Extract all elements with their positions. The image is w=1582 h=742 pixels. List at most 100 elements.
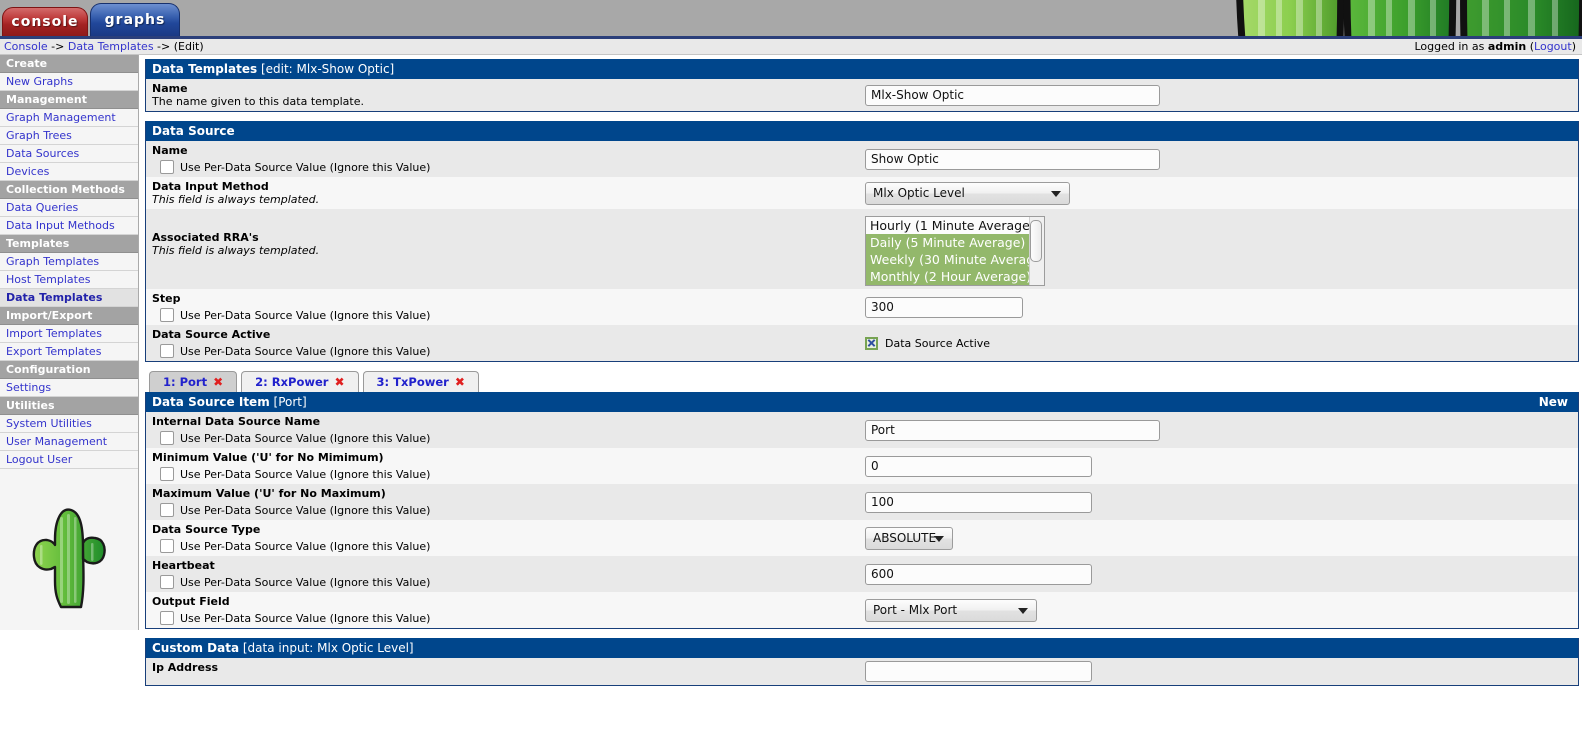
dsi-minimum-per-ds-label[interactable]: Use Per-Data Source Value (Ignore this V… <box>180 468 430 481</box>
ds-step-input[interactable] <box>865 296 1023 318</box>
dsi-output-field-value: Port - Mlx Port <box>873 603 958 617</box>
dsi-minimum-per-ds-checkbox[interactable] <box>160 467 174 481</box>
dsi-internal-name-per-ds-checkbox[interactable] <box>160 431 174 445</box>
ds-step-label: Step <box>152 292 181 305</box>
dsi-heartbeat-label: Heartbeat <box>152 559 215 572</box>
data-templates-panel-title: Data Templates [edit: Mlx-Show Optic] <box>146 59 1578 79</box>
dsi-maximum-per-ds-line: Use Per-Data Source Value (Ignore this V… <box>152 500 856 517</box>
template-name-control <box>856 79 1578 111</box>
dsi-heartbeat-per-ds-label[interactable]: Use Per-Data Source Value (Ignore this V… <box>180 576 430 589</box>
sidebar-item-host-templates[interactable]: Host Templates <box>0 271 138 289</box>
data-source-title: Data Source <box>152 124 235 138</box>
logout-paren-close: ) <box>1571 40 1576 53</box>
new-data-source-item-button[interactable]: New <box>1539 395 1572 409</box>
sidebar-item-logout-user[interactable]: Logout User <box>0 451 138 469</box>
sidebar-item-system-utilities[interactable]: System Utilities <box>0 415 138 433</box>
sidebar-item-export-templates[interactable]: Export Templates <box>0 343 138 361</box>
ds-step-row: Step Use Per-Data Source Value (Ignore t… <box>146 289 1578 325</box>
ds-name-per-ds-checkbox[interactable] <box>160 160 174 174</box>
ds-active-toggle[interactable]: Data Source Active <box>865 336 990 350</box>
sidebar-item-new-graphs[interactable]: New Graphs <box>0 73 138 91</box>
item-tab-rxpower[interactable]: 2: RxPower ✖ <box>241 371 359 392</box>
ds-input-method-select[interactable]: Mlx Optic Level <box>865 181 1070 205</box>
dsi-output-field-per-ds-checkbox[interactable] <box>160 611 174 625</box>
dsi-type-control: ABSOLUTE <box>856 520 1578 556</box>
ds-input-method-control: Mlx Optic Level <box>856 177 1578 209</box>
dsi-heartbeat-input[interactable] <box>865 563 1092 585</box>
dsi-heartbeat-per-ds-checkbox[interactable] <box>160 575 174 589</box>
rra-option-daily[interactable]: Daily (5 Minute Average) <box>866 234 1044 251</box>
dsi-internal-name-control <box>856 412 1578 448</box>
sidebar-item-graph-management[interactable]: Graph Management <box>0 109 138 127</box>
ds-step-labels: Step Use Per-Data Source Value (Ignore t… <box>146 289 856 325</box>
ds-name-control <box>856 141 1578 177</box>
dsi-output-field-per-ds-label[interactable]: Use Per-Data Source Value (Ignore this V… <box>180 612 430 625</box>
ds-active-row: Data Source Active Use Per-Data Source V… <box>146 325 1578 361</box>
checked-checkbox-icon[interactable] <box>865 336 878 350</box>
breadcrumb-console[interactable]: Console <box>4 40 48 53</box>
dsi-type-label: Data Source Type <box>152 523 261 536</box>
dsi-maximum-per-ds-label[interactable]: Use Per-Data Source Value (Ignore this V… <box>180 504 430 517</box>
sidebar-item-devices[interactable]: Devices <box>0 163 138 181</box>
breadcrumb-edit: (Edit) <box>173 40 204 53</box>
dsi-minimum-labels: Minimum Value ('U' for No Mimimum) Use P… <box>146 448 856 484</box>
dsi-heartbeat-labels: Heartbeat Use Per-Data Source Value (Ign… <box>146 556 856 592</box>
dsi-output-field-row: Output Field Use Per-Data Source Value (… <box>146 592 1578 628</box>
dsi-type-per-ds-label[interactable]: Use Per-Data Source Value (Ignore this V… <box>180 540 430 553</box>
sidebar-item-import-templates[interactable]: Import Templates <box>0 325 138 343</box>
ds-rras-label: Associated RRA's <box>152 231 259 244</box>
dsi-internal-name-per-ds-label[interactable]: Use Per-Data Source Value (Ignore this V… <box>180 432 430 445</box>
sidebar-item-data-sources[interactable]: Data Sources <box>0 145 138 163</box>
ds-step-per-ds-checkbox[interactable] <box>160 308 174 322</box>
login-status: Logged in as admin (Logout) <box>1414 40 1576 53</box>
custom-data-subtitle: [data input: Mlx Optic Level] <box>242 641 414 655</box>
dsi-heartbeat-row: Heartbeat Use Per-Data Source Value (Ign… <box>146 556 1578 592</box>
data-source-item-panel: Data Source Item [Port] New Internal Dat… <box>145 392 1579 629</box>
rra-option-hourly[interactable]: Hourly (1 Minute Average) <box>866 217 1044 234</box>
ds-rras-labels: Associated RRA's This field is always te… <box>146 209 856 289</box>
dsi-maximum-per-ds-checkbox[interactable] <box>160 503 174 517</box>
tab-graphs[interactable]: graphs <box>90 3 180 36</box>
breadcrumb-data-templates[interactable]: Data Templates <box>68 40 154 53</box>
app-banner: console graphs <box>0 0 1582 36</box>
item-tab-txpower-close-icon[interactable]: ✖ <box>455 375 465 389</box>
item-tab-port[interactable]: 1: Port ✖ <box>149 371 238 392</box>
data-source-item-panel-title: Data Source Item [Port] New <box>146 392 1578 412</box>
sidebar-item-settings[interactable]: Settings <box>0 379 138 397</box>
ds-name-per-ds-label[interactable]: Use Per-Data Source Value (Ignore this V… <box>180 161 430 174</box>
dsi-internal-name-input[interactable] <box>865 419 1160 441</box>
dsi-maximum-input[interactable] <box>865 491 1092 513</box>
sidebar-item-graph-templates[interactable]: Graph Templates <box>0 253 138 271</box>
sidebar-item-graph-trees[interactable]: Graph Trees <box>0 127 138 145</box>
sidebar-item-data-templates[interactable]: Data Templates <box>0 289 138 307</box>
sidebar-item-data-input-methods[interactable]: Data Input Methods <box>0 217 138 235</box>
rra-option-monthly[interactable]: Monthly (2 Hour Average) <box>866 268 1044 285</box>
template-name-input[interactable] <box>865 84 1160 106</box>
ds-rras-listbox[interactable]: Hourly (1 Minute Average) Daily (5 Minut… <box>865 216 1045 286</box>
ds-rras-scrollbar[interactable] <box>1029 217 1044 285</box>
sidebar-item-data-queries[interactable]: Data Queries <box>0 199 138 217</box>
rra-option-weekly[interactable]: Weekly (30 Minute Average) <box>866 251 1044 268</box>
item-tab-rxpower-close-icon[interactable]: ✖ <box>334 375 344 389</box>
dsi-type-select[interactable]: ABSOLUTE <box>865 526 953 550</box>
item-tab-txpower[interactable]: 3: TxPower ✖ <box>362 371 479 392</box>
ds-rras-row: Associated RRA's This field is always te… <box>146 209 1578 289</box>
dsi-type-per-ds-checkbox[interactable] <box>160 539 174 553</box>
ds-active-per-ds-label[interactable]: Use Per-Data Source Value (Ignore this V… <box>180 345 430 358</box>
dsi-minimum-input[interactable] <box>865 455 1092 477</box>
ds-rras-scrollbar-thumb[interactable] <box>1030 220 1042 262</box>
logout-link[interactable]: Logout <box>1534 40 1572 53</box>
ds-active-per-ds-checkbox[interactable] <box>160 344 174 358</box>
chevron-down-icon <box>1018 608 1028 614</box>
item-tab-port-close-icon[interactable]: ✖ <box>213 375 223 389</box>
custom-data-ip-input[interactable] <box>865 661 1092 682</box>
tab-console[interactable]: console <box>2 7 88 36</box>
ds-step-control <box>856 289 1578 325</box>
top-tab-bar: console graphs <box>0 3 180 36</box>
login-prefix: Logged in as <box>1414 40 1485 53</box>
ds-step-per-ds-label[interactable]: Use Per-Data Source Value (Ignore this V… <box>180 309 430 322</box>
dsi-type-row: Data Source Type Use Per-Data Source Val… <box>146 520 1578 556</box>
ds-name-input[interactable] <box>865 148 1160 170</box>
dsi-output-field-select[interactable]: Port - Mlx Port <box>865 598 1037 622</box>
sidebar-item-user-management[interactable]: User Management <box>0 433 138 451</box>
